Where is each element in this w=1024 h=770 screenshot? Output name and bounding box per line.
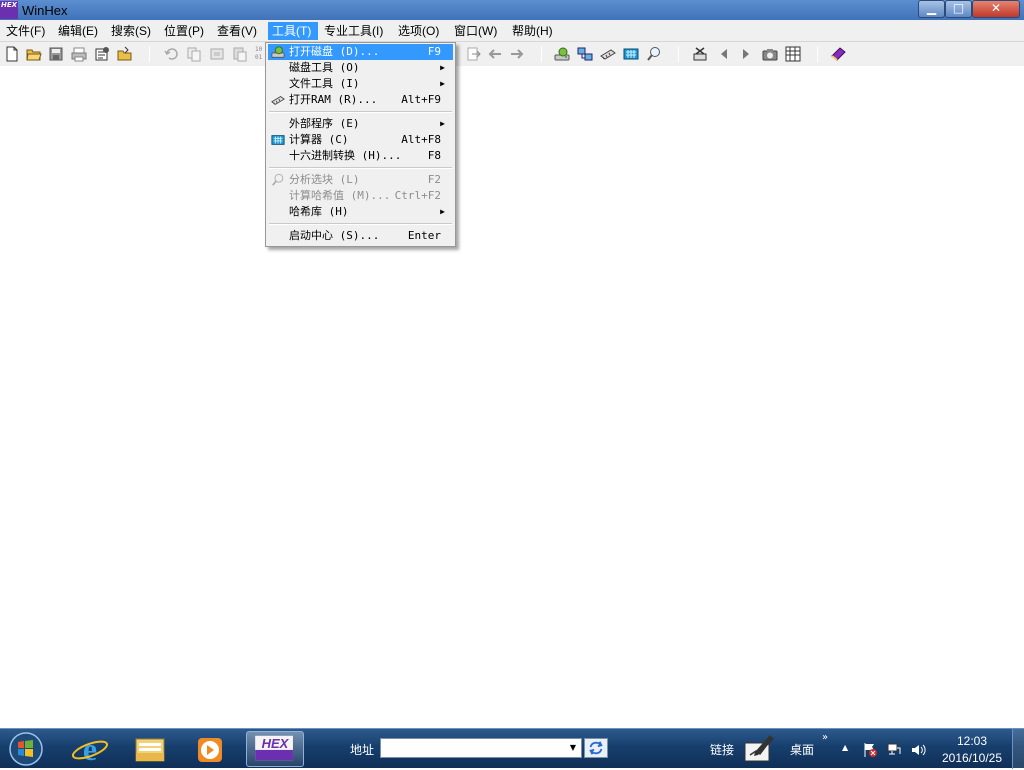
winhex-taskbar-button[interactable]: HEX — [246, 731, 304, 767]
address-input[interactable] — [380, 738, 582, 758]
submenu-arrow-icon: ▶ — [440, 63, 445, 72]
copy-icon[interactable] — [186, 46, 202, 62]
menu-position[interactable]: 位置(P) — [163, 22, 205, 40]
toolbar-separator — [678, 46, 679, 62]
maximize-button[interactable]: □ — [945, 0, 972, 18]
windows-logo-icon — [9, 732, 43, 766]
menu-window[interactable]: 窗口(W) — [453, 22, 498, 40]
network-icon[interactable] — [577, 46, 593, 62]
volume-icon[interactable] — [910, 742, 926, 758]
taskbar: e HEX 地址 ▼ 链接 桌面 » ▲ 12:03 2016/10/25 — [0, 728, 1024, 769]
previous-icon[interactable] — [716, 46, 732, 62]
submenu-arrow-icon: ▶ — [440, 119, 445, 128]
flag-alert-icon[interactable] — [862, 742, 878, 758]
minimize-button[interactable]: ▁ — [918, 0, 945, 18]
menu-options[interactable]: 选项(O) — [397, 22, 440, 40]
submenu-arrow-icon: ▶ — [440, 79, 445, 88]
open-folder-icon[interactable] — [26, 46, 42, 62]
address-label: 地址 — [350, 743, 375, 757]
forward-icon[interactable] — [509, 46, 525, 62]
menu-item-start-center[interactable]: 启动中心 (S)... Enter — [268, 228, 453, 244]
search-icon — [271, 173, 285, 187]
clock-time[interactable]: 12:03 — [956, 734, 988, 748]
properties-icon[interactable] — [94, 46, 110, 62]
menu-help[interactable]: 帮助(H) — [511, 22, 554, 40]
svg-text:e: e — [83, 731, 97, 767]
new-file-icon[interactable] — [4, 46, 20, 62]
print-icon[interactable] — [71, 46, 87, 62]
title-bar: HEX WinHex ▁ □ ✕ — [0, 0, 1024, 20]
goto-icon[interactable] — [466, 46, 482, 62]
menu-file[interactable]: 文件(F) — [5, 22, 46, 40]
disk-icon[interactable] — [554, 46, 570, 62]
paste-icon[interactable] — [232, 46, 248, 62]
internet-explorer-icon[interactable]: e — [64, 731, 116, 767]
media-player-icon[interactable] — [184, 731, 236, 767]
search-icon[interactable] — [646, 46, 662, 62]
close-button[interactable]: ✕ — [972, 0, 1020, 18]
menu-item-hex-converter[interactable]: 十六进制转换 (H)... F8 — [268, 148, 453, 164]
cut-icon[interactable] — [209, 46, 225, 62]
camera-icon[interactable] — [762, 46, 778, 62]
menu-item-hash-database[interactable]: 哈希库 (H) ▶ — [268, 204, 453, 220]
toolbar-separator — [817, 46, 818, 62]
menu-view[interactable]: 查看(V) — [216, 22, 258, 40]
file-explorer-icon[interactable] — [124, 731, 176, 767]
desktop-label[interactable]: 桌面 — [790, 741, 814, 758]
chevron-down-icon[interactable]: ▼ — [565, 739, 581, 757]
menu-item-disk-tools[interactable]: 磁盘工具 (O) ▶ — [268, 60, 453, 76]
menu-separator — [269, 111, 452, 113]
menu-item-compute-hash[interactable]: 计算哈希值 (M)... Ctrl+F2 — [268, 188, 453, 204]
toolbar-separator — [149, 46, 150, 62]
grid-icon[interactable] — [785, 46, 801, 62]
menu-item-open-ram[interactable]: 打开RAM (R)... Alt+F9 — [268, 92, 453, 108]
ram-icon — [271, 93, 285, 107]
tools-icon[interactable] — [692, 46, 708, 62]
menu-separator — [269, 223, 452, 225]
disk-icon — [271, 45, 285, 59]
menu-professional-tools[interactable]: 专业工具(I) — [323, 22, 384, 40]
ram-icon[interactable] — [600, 46, 616, 62]
undo-icon[interactable] — [163, 46, 179, 62]
tray-expand-icon[interactable]: ▲ — [842, 743, 848, 752]
calculator-icon[interactable] — [623, 46, 639, 62]
menu-item-external-programs[interactable]: 外部程序 (E) ▶ — [268, 116, 453, 132]
menu-separator — [269, 167, 452, 169]
menu-tools[interactable]: 工具(T) — [268, 22, 318, 40]
go-button[interactable] — [584, 738, 608, 758]
double-chevron-icon[interactable]: » — [822, 732, 828, 743]
back-icon[interactable] — [487, 46, 503, 62]
calculator-icon — [271, 133, 285, 147]
next-icon[interactable] — [738, 46, 754, 62]
book-icon[interactable] — [830, 46, 846, 62]
menu-search[interactable]: 搜索(S) — [110, 22, 152, 40]
save-icon[interactable] — [48, 46, 64, 62]
refresh-icon — [589, 741, 603, 755]
toolbar-separator — [541, 46, 542, 62]
start-button[interactable] — [4, 731, 48, 767]
window-title: WinHex — [22, 3, 68, 18]
show-desktop-button[interactable] — [1012, 729, 1024, 769]
submenu-arrow-icon: ▶ — [440, 207, 445, 216]
menu-item-calculator[interactable]: 计算器 (C) Alt+F8 — [268, 132, 453, 148]
winhex-taskbar-label: HEX — [261, 736, 289, 751]
signature-icon[interactable] — [742, 733, 776, 765]
network-tray-icon[interactable] — [886, 742, 902, 758]
clock-date[interactable]: 2016/10/25 — [938, 751, 1006, 765]
menu-item-open-disk[interactable]: 打开磁盘 (D)... F9 — [268, 44, 453, 60]
links-label[interactable]: 链接 — [710, 741, 734, 758]
open-folder-icon-2[interactable] — [117, 46, 133, 62]
toolbar: 10 01 — [0, 42, 1024, 66]
menu-bar: 文件(F) 编辑(E) 搜索(S) 位置(P) 查看(V) 工具(T) 专业工具… — [0, 20, 1024, 42]
tools-dropdown-menu: 打开磁盘 (D)... F9 磁盘工具 (O) ▶ 文件工具 (I) ▶ 打开R… — [265, 42, 456, 247]
winhex-logo-icon[interactable]: HEX — [0, 1, 18, 19]
menu-item-analyze-block[interactable]: 分析选块 (L) F2 — [268, 172, 453, 188]
menu-edit[interactable]: 编辑(E) — [57, 22, 99, 40]
menu-item-file-tools[interactable]: 文件工具 (I) ▶ — [268, 76, 453, 92]
